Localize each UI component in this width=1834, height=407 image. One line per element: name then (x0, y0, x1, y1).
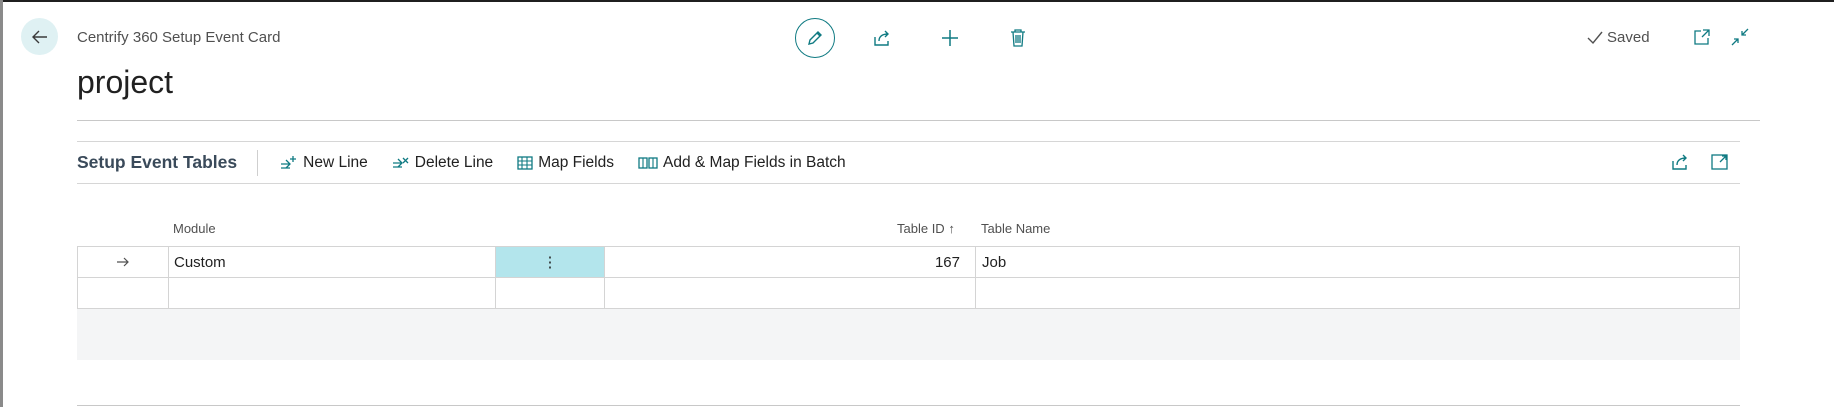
grid-empty-area (77, 309, 1740, 360)
share-icon (1672, 154, 1687, 170)
part-bottom-divider (77, 183, 1740, 184)
page-action-bar (795, 18, 1040, 58)
table-row[interactable]: Custom ⋮ 167 Job (77, 246, 1740, 278)
share-button[interactable] (860, 18, 904, 58)
delete-button[interactable] (996, 18, 1040, 58)
save-status-label: Saved (1607, 29, 1650, 46)
window-top-border (0, 0, 1834, 2)
map-fields-icon (517, 155, 533, 170)
toolbar-separator (257, 149, 259, 176)
delete-line-icon (392, 157, 409, 168)
plus-icon (942, 30, 958, 46)
row-indicator[interactable] (77, 247, 168, 277)
new-button[interactable] (928, 18, 972, 58)
share-icon (874, 30, 889, 46)
table-row[interactable] (77, 278, 1740, 309)
table-id-cell[interactable]: 167 (604, 247, 975, 277)
map-fields-button[interactable]: Map Fields (517, 154, 614, 172)
sort-ascending-icon: ↑ (948, 221, 955, 236)
map-fields-label: Map Fields (538, 153, 614, 171)
row-indicator[interactable] (77, 278, 168, 308)
check-icon (1587, 31, 1603, 44)
part-header: Setup Event Tables New Line Delete Line … (77, 142, 1740, 183)
batch-map-icon (638, 156, 658, 169)
trash-icon (1011, 29, 1025, 47)
column-header-table-name[interactable]: Table Name (981, 221, 1050, 236)
collapse-icon (1731, 28, 1749, 46)
page-caption: Centrify 360 Setup Event Card (77, 29, 281, 46)
module-cell[interactable] (168, 278, 495, 308)
part-title: Setup Event Tables (77, 152, 238, 172)
table-id-cell[interactable] (604, 278, 975, 308)
table-name-cell[interactable]: Job (975, 247, 1740, 277)
new-line-button[interactable]: New Line (280, 154, 368, 172)
module-cell[interactable]: Custom (168, 247, 495, 277)
back-arrow-icon (31, 30, 47, 43)
window-left-border (0, 0, 3, 407)
delete-line-button[interactable]: Delete Line (392, 154, 493, 172)
column-header-table-id[interactable]: Table ID ↑ (897, 221, 955, 236)
add-map-fields-batch-button[interactable]: Add & Map Fields in Batch (638, 154, 846, 172)
new-line-icon (281, 155, 297, 169)
expand-icon (1711, 154, 1728, 170)
page-bottom-divider (77, 405, 1740, 406)
back-button[interactable] (21, 18, 58, 55)
open-new-window-icon (1694, 29, 1710, 45)
new-line-label: New Line (303, 153, 368, 171)
row-menu-button[interactable]: ⋮ (495, 247, 604, 277)
column-header-table-id-label: Table ID (897, 221, 945, 236)
event-tables-grid: Custom ⋮ 167 Job (77, 246, 1740, 360)
save-status: Saved (1587, 29, 1650, 46)
collapse-button[interactable] (1728, 25, 1752, 49)
part-expand-button[interactable] (1708, 150, 1732, 174)
current-row-arrow-icon (117, 257, 129, 267)
title-divider (77, 120, 1760, 121)
column-header-module[interactable]: Module (173, 221, 216, 236)
table-name-cell[interactable] (975, 278, 1740, 308)
edit-button[interactable] (795, 18, 835, 58)
row-menu-button[interactable] (495, 278, 604, 308)
page-title: project (77, 64, 174, 100)
add-map-fields-batch-label: Add & Map Fields in Batch (663, 153, 846, 171)
part-share-button[interactable] (1668, 150, 1692, 174)
delete-line-label: Delete Line (414, 153, 494, 171)
pencil-icon (808, 31, 822, 45)
open-new-window-button[interactable] (1690, 25, 1714, 49)
